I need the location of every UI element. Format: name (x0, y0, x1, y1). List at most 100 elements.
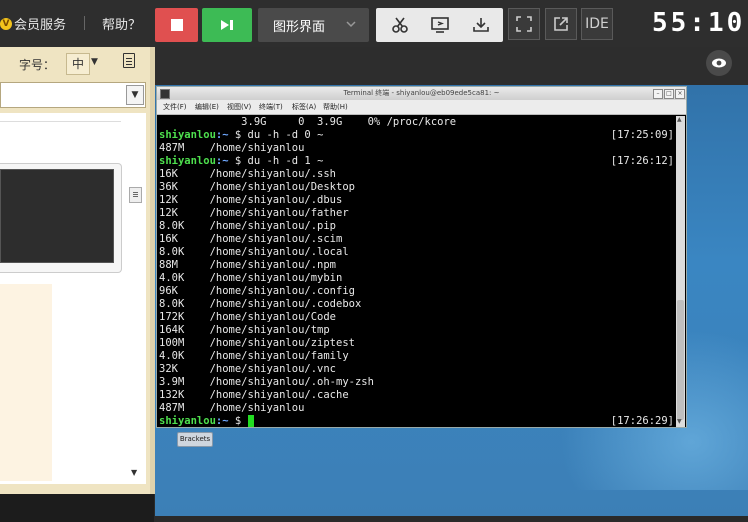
brackets-desktop-icon[interactable]: Brackets (177, 432, 213, 447)
menu-view[interactable]: 视图(V) (227, 102, 251, 112)
tool-group (376, 8, 503, 42)
terminal-output-line: 3.9M /home/shiyanlou/.oh-my-zsh (159, 376, 374, 388)
crown-icon: V (0, 17, 12, 30)
terminal-output-line: 88M /home/shiyanlou/.npm (159, 259, 337, 271)
prompt-timestamp: [17:26:12] (610, 155, 674, 167)
terminal-title: Terminal 终端 - shiyanlou@eb09ede5ca81: ~ (343, 89, 500, 97)
terminal-output-line: 16K /home/shiyanlou/.ssh (159, 168, 337, 180)
terminal-output-line: 8.0K /home/shiyanlou/.pip (159, 220, 337, 232)
step-icon (221, 20, 233, 30)
terminal-prompt-line: shiyanlou:~ $ du -h -d 0 ~ (159, 129, 323, 142)
desktop-bottom-strip (155, 516, 748, 522)
terminal-cursor (247, 415, 254, 427)
font-size-label: 字号： (19, 58, 56, 72)
menu-edit[interactable]: 编辑(E) (195, 102, 219, 112)
terminal-output-line: 8.0K /home/shiyanlou/.codebox (159, 298, 362, 310)
run-button[interactable] (202, 8, 252, 42)
terminal-output-line: 100M /home/shiyanlou/ziptest (159, 337, 355, 349)
stop-icon (170, 19, 183, 31)
chevron-down-icon (346, 21, 356, 28)
prompt-timestamp: [17:26:29] (610, 415, 674, 427)
maximize-button[interactable]: □ (664, 89, 674, 99)
scrollbar-handle[interactable] (129, 187, 142, 203)
left-panel: 字号： 中 ▼ ▼ ▼ (0, 47, 154, 494)
countdown-timer: 55:10 (652, 8, 746, 38)
terminal-window[interactable]: Terminal 终端 - shiyanlou@eb09ede5ca81: ~ … (156, 86, 687, 428)
terminal-scrollbar-thumb[interactable] (677, 300, 684, 420)
screen-share-button[interactable] (419, 8, 461, 42)
download-icon (473, 18, 489, 32)
prompt-path: :~ (215, 415, 229, 427)
terminal-icon (160, 89, 170, 99)
font-size-arrow-icon[interactable]: ▼ (91, 57, 98, 67)
prompt-command: $ du -h -d 0 ~ (228, 129, 324, 141)
left-panel-footer (0, 494, 154, 522)
chevron-down-icon[interactable]: ▼ (126, 85, 144, 105)
terminal-output-line: 8.0K /home/shiyanlou/.local (159, 246, 349, 258)
external-link-icon (554, 17, 568, 31)
stop-button[interactable] (155, 8, 198, 42)
prompt-path: :~ (215, 129, 229, 141)
prompt-path: :~ (215, 155, 229, 167)
prompt-user: shiyanlou (159, 415, 216, 427)
terminal-output-line: 12K /home/shiyanlou/.dbus (159, 194, 343, 206)
eye-icon (712, 58, 726, 68)
vip-service-link[interactable]: V 会员服务 (0, 14, 66, 33)
eye-button[interactable] (706, 50, 732, 76)
menu-help[interactable]: 帮助(H) (323, 102, 348, 112)
terminal-output-line: 16K /home/shiyanlou/.scim (159, 233, 343, 245)
divider (0, 115, 121, 122)
font-size-select[interactable]: 中 (66, 53, 90, 75)
screen-share-icon (431, 17, 449, 33)
fullscreen-icon (516, 16, 532, 32)
toolbar-divider (84, 16, 85, 30)
ide-button[interactable]: IDE (581, 8, 613, 40)
prompt-timestamp: [17:25:09] (610, 129, 674, 141)
menu-tabs[interactable]: 标签(A) (292, 102, 316, 112)
terminal-titlebar[interactable]: Terminal 终端 - shiyanlou@eb09ede5ca81: ~ … (157, 87, 686, 100)
scroll-up-icon[interactable]: ▲ (677, 116, 682, 123)
document-icon[interactable] (123, 53, 135, 68)
menu-file[interactable]: 文件(F) (163, 102, 187, 112)
terminal-output-line: 4.0K /home/shiyanlou/family (159, 350, 349, 362)
terminal-output-line: 96K /home/shiyanlou/.config (159, 285, 355, 297)
vip-label: 会员服务 (14, 18, 67, 33)
prompt-user: shiyanlou (159, 155, 216, 167)
course-select[interactable] (0, 82, 146, 108)
help-link[interactable]: 帮助？ (102, 14, 141, 33)
terminal-output-line: 4.0K /home/shiyanlou/mybin (159, 272, 343, 284)
terminal-output-line: 12K /home/shiyanlou/father (159, 207, 349, 219)
terminal-menubar: 文件(F) 编辑(E) 视图(V) 终端(T) 标签(A) 帮助(H) (157, 100, 686, 115)
terminal-output-line: 36K /home/shiyanlou/Desktop (159, 181, 355, 193)
terminal-prompt-line: shiyanlou:~ $ (159, 415, 254, 428)
terminal-output-line: 487M /home/shiyanlou (159, 142, 305, 154)
terminal-output-line: 487M /home/shiyanlou (159, 402, 305, 414)
cut-button[interactable] (379, 8, 421, 42)
open-external-button[interactable] (545, 8, 577, 40)
content-block (0, 284, 52, 481)
menu-terminal[interactable]: 终端(T) (259, 102, 283, 112)
minimize-button[interactable]: – (653, 89, 663, 99)
scroll-down-icon[interactable]: ▼ (131, 468, 137, 477)
prompt-command: $ du -h -d 1 ~ (228, 155, 324, 167)
view-mode-select[interactable]: 图形界面 (258, 8, 369, 42)
terminal-output[interactable]: 3.9G 0 3.9G 0% /proc/kcore shiyanlou:~ $ … (159, 116, 674, 428)
terminal-scrollbar[interactable]: ▲ ▼ (676, 116, 685, 427)
terminal-output-line: 3.9G 0 3.9G 0% /proc/kcore (159, 116, 457, 128)
terminal-output-line: 164K /home/shiyanlou/tmp (159, 324, 330, 336)
prompt-command: $ (228, 415, 248, 427)
top-toolbar: V 会员服务 帮助？ 图形界面 IDE 55:10 (0, 0, 748, 47)
close-button[interactable]: × (675, 89, 685, 99)
code-preview-box (0, 169, 114, 263)
download-button[interactable] (460, 8, 502, 42)
terminal-output-line: 32K /home/shiyanlou/.vnc (159, 363, 337, 375)
scroll-down-icon[interactable]: ▼ (677, 418, 682, 425)
desktop-header-strip (155, 47, 748, 85)
view-mode-label: 图形界面 (273, 19, 326, 35)
terminal-output-line: 172K /home/shiyanlou/Code (159, 311, 337, 323)
prompt-user: shiyanlou (159, 129, 216, 141)
terminal-prompt-line: shiyanlou:~ $ du -h -d 1 ~ (159, 155, 323, 168)
scissors-icon (392, 17, 408, 33)
fullscreen-button[interactable] (508, 8, 540, 40)
terminal-output-line: 132K /home/shiyanlou/.cache (159, 389, 349, 401)
